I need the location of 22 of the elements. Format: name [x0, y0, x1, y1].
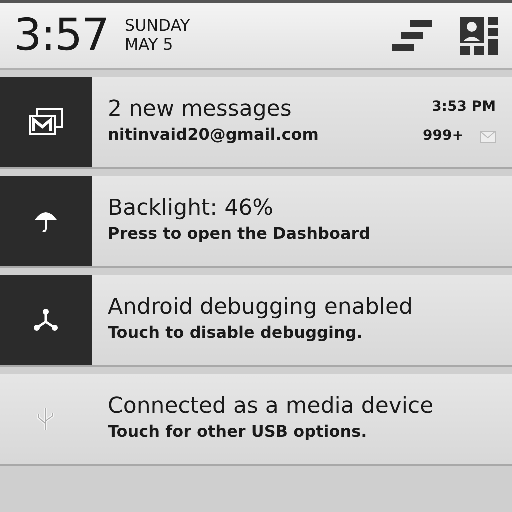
notification-title: 2 new messages	[108, 96, 293, 124]
clock-time: 3:57	[14, 14, 109, 58]
notification-title: Android debugging enabled	[108, 294, 414, 322]
notification-subtitle: Touch to disable debugging.	[108, 322, 364, 344]
notification-subtitle: Press to open the Dashboard	[108, 223, 372, 246]
notification-title: Connected as a media device	[108, 394, 435, 420]
date-label: MAY 5	[124, 36, 174, 54]
message-count: 999+	[423, 127, 464, 146]
mail-stack-icon	[28, 108, 64, 136]
notification-subtitle: Touch for other USB options.	[108, 421, 368, 444]
notification-card[interactable]: 2 new messages nitinvaid20@gmail.com 3:53 PM 999+	[0, 77, 512, 169]
usb-debug-icon	[33, 308, 59, 332]
envelope-icon	[480, 130, 496, 142]
notification-title: Backlight: 46%	[108, 196, 274, 222]
usb-icon	[36, 406, 56, 432]
notification-subtitle: nitinvaid20@gmail.com	[108, 124, 320, 146]
notification-card[interactable]: Android debugging enabled Touch to disable debugging.	[0, 275, 512, 367]
notification-card[interactable]: Connected as a media device Touch for other USB options.	[0, 374, 512, 466]
notification-time: 3:53 PM	[432, 98, 496, 117]
profile-grid-icon[interactable]	[460, 16, 498, 54]
notification-card[interactable]: Backlight: 46% Press to open the Dashboard	[0, 176, 512, 268]
day-label: SUNDAY	[124, 17, 190, 36]
